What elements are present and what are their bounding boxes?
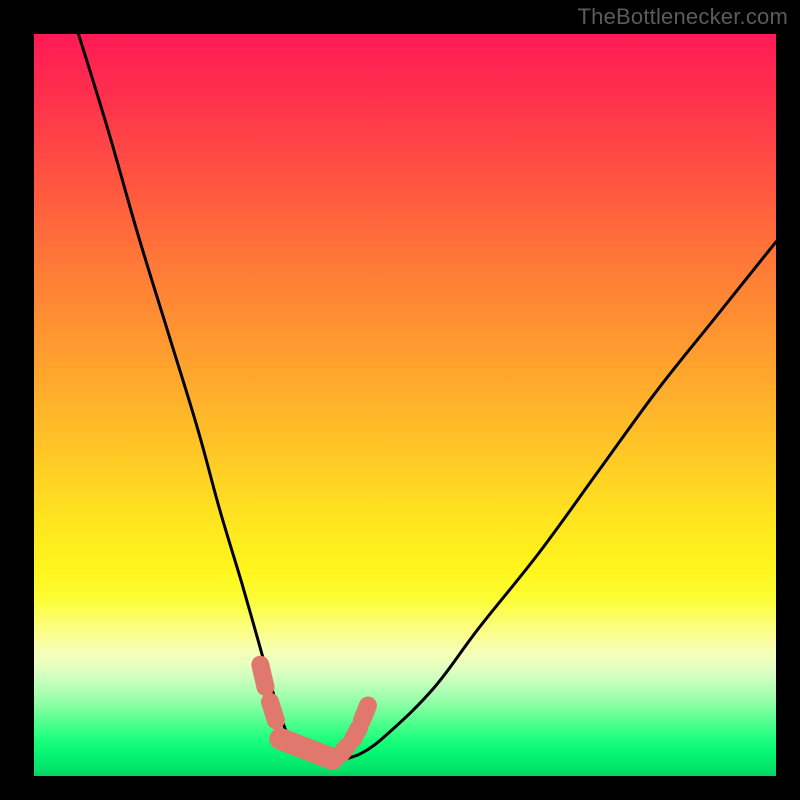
bottleneck-curve bbox=[79, 34, 776, 762]
chart-frame: TheBottlenecker.com bbox=[0, 0, 800, 800]
accent-segment bbox=[362, 706, 368, 721]
curves-svg bbox=[34, 34, 776, 776]
accent-segment bbox=[270, 702, 276, 721]
accent-segment bbox=[353, 728, 359, 739]
accent-segment bbox=[341, 746, 347, 753]
plot-area bbox=[34, 34, 776, 776]
watermark-text: TheBottlenecker.com bbox=[578, 4, 788, 30]
